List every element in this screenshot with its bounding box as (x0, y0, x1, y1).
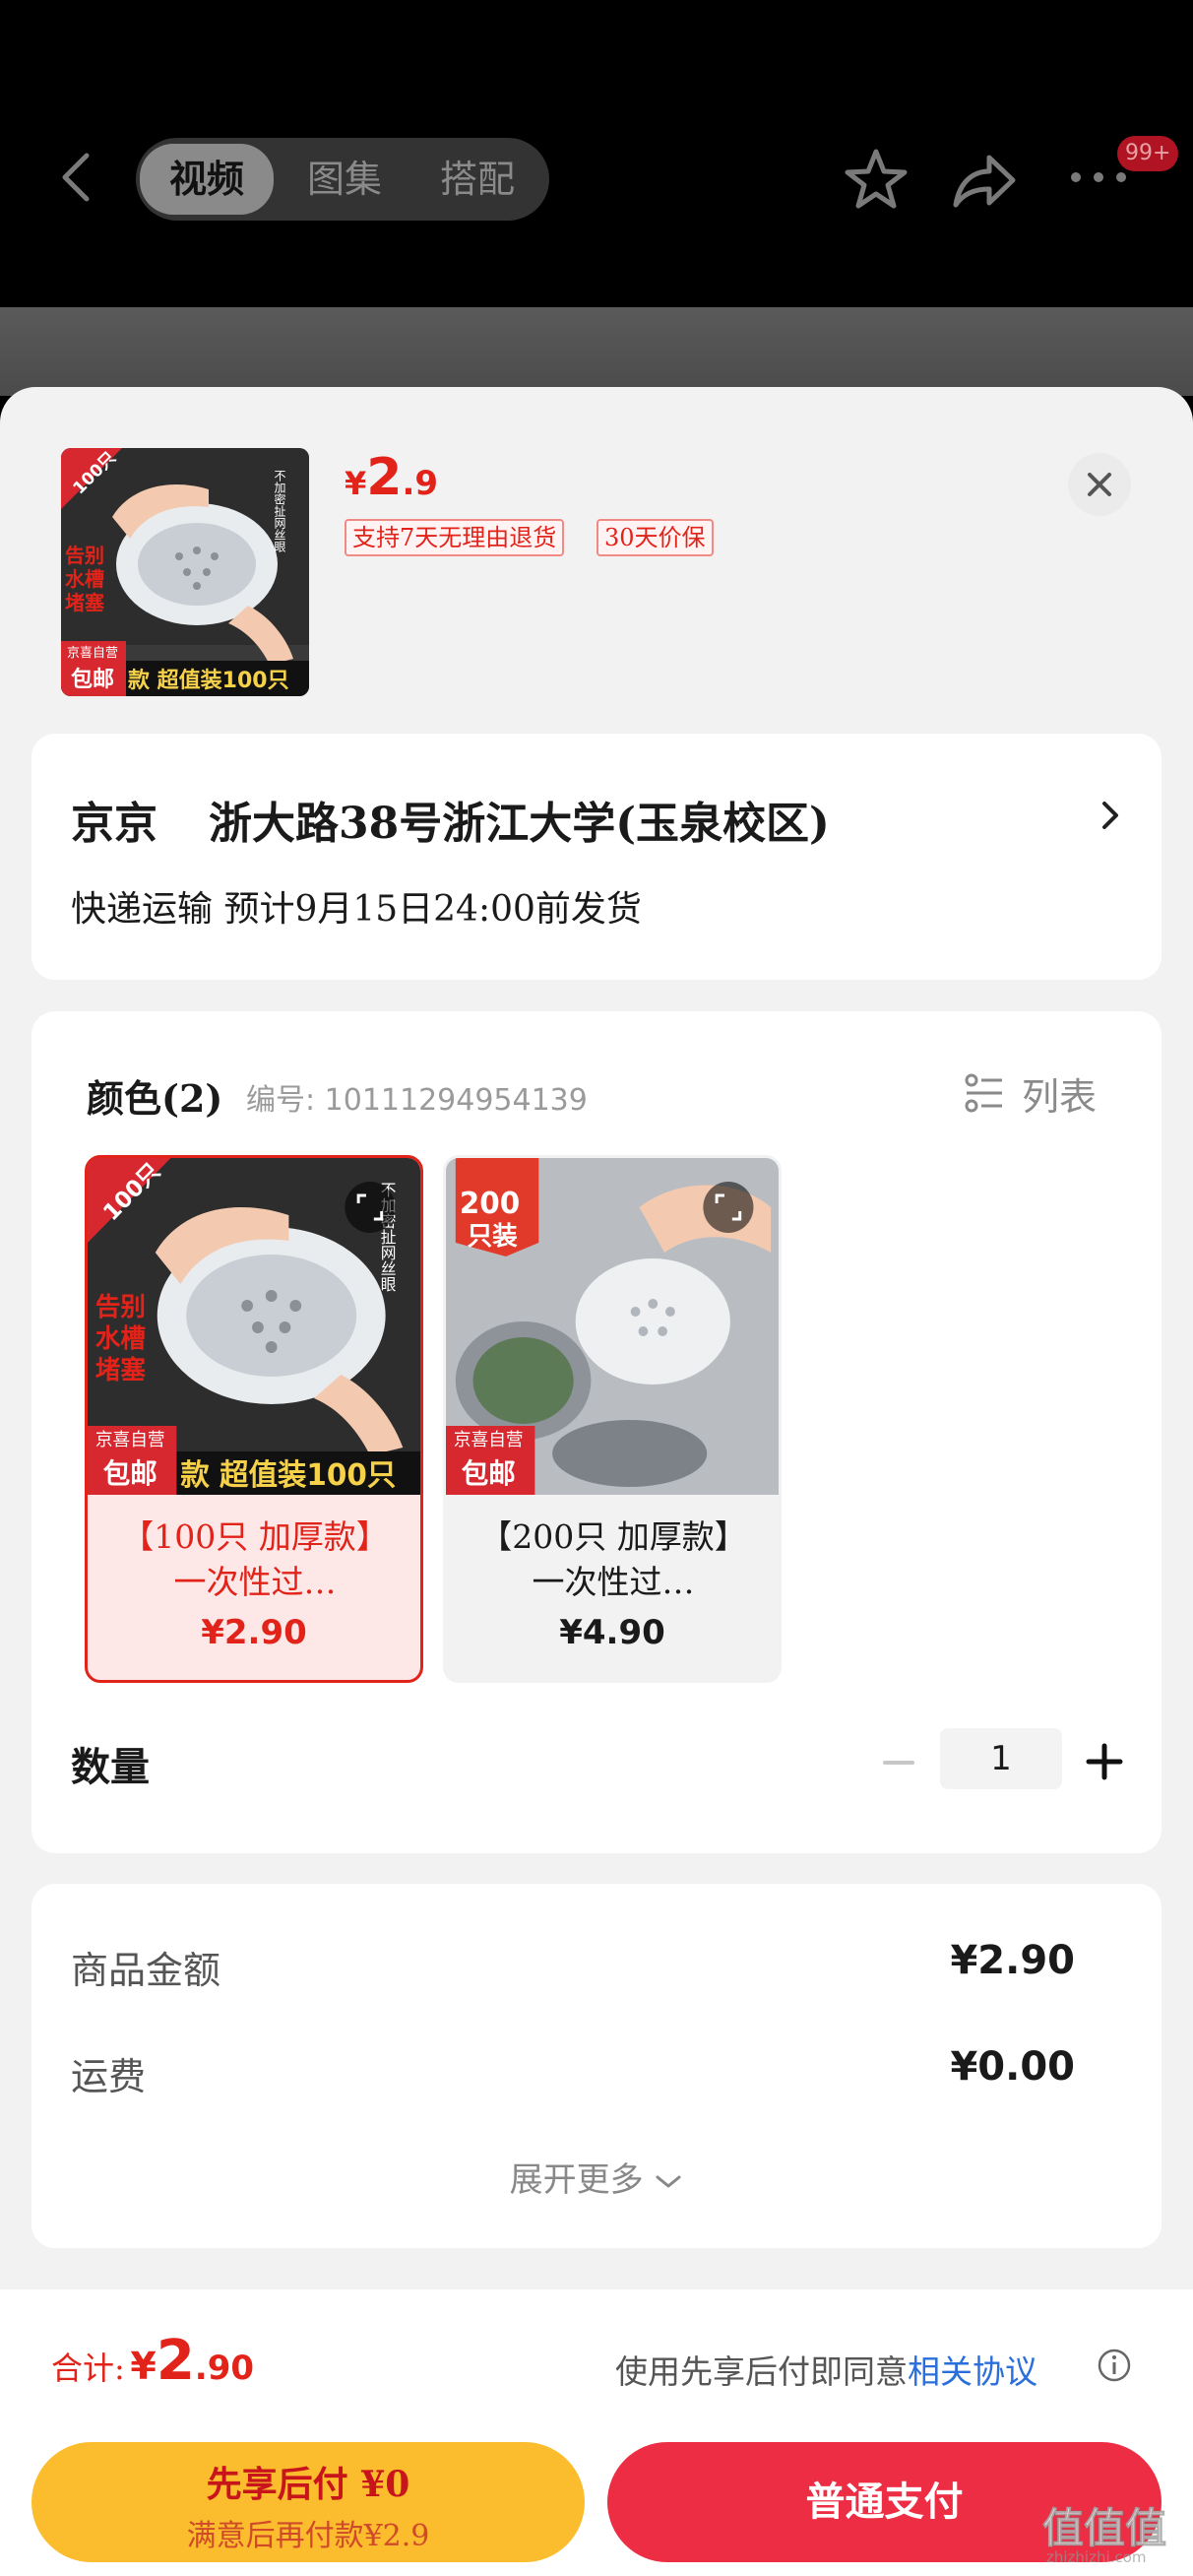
total-symbol: ¥ (130, 2345, 157, 2388)
tab-album[interactable]: 图集 (285, 150, 404, 209)
site-watermark: 值值值 zhizhizhi.com (1042, 2504, 1167, 2567)
back-arrow-icon[interactable] (49, 148, 108, 207)
price-symbol: ¥ (345, 465, 367, 502)
option-feature-3: 堵塞 (95, 1355, 146, 1385)
shipping-estimate: 快递运输 预计9月15日24:00前发货 (71, 889, 642, 930)
product-video-backdrop (0, 307, 1193, 396)
shipping-fee-value: ¥0.00 (950, 2044, 1075, 2090)
close-icon[interactable] (1068, 453, 1131, 516)
svg-text:值值值: 值值值 (1042, 2504, 1166, 2552)
goods-amount-value: ¥2.90 (950, 1938, 1075, 1983)
list-view-toggle[interactable]: 列表 (1022, 1066, 1097, 1121)
option-image-100pack: 100只 不加密扯网丝眼 告别 水槽 堵塞 京喜自营 包邮 款 超值装100只 (88, 1158, 420, 1495)
info-icon[interactable] (1097, 2348, 1132, 2383)
color-option-200pack[interactable]: 200 只装 京喜自营 包邮 【200只 加厚款】一次性过… ¥4.90 (443, 1155, 782, 1683)
total-label: 合计: (51, 2350, 125, 2387)
thumb-store-badge: 京喜自营 (67, 646, 118, 661)
tab-video[interactable]: 视频 (140, 144, 274, 215)
agreement-link[interactable]: 相关协议 (908, 2352, 1037, 2391)
pay-later-button[interactable]: 先享后付 ¥0 满意后再付款¥2.9 (31, 2442, 585, 2562)
option-price: ¥4.90 (559, 1613, 665, 1652)
option-store-badge: 京喜自营 (95, 1430, 165, 1450)
option-price: ¥2.90 (201, 1613, 307, 1652)
list-view-icon[interactable] (965, 1073, 1004, 1113)
price-protect-tag: 30天价保 (596, 519, 714, 556)
share-icon[interactable] (950, 148, 1019, 213)
plus-icon[interactable] (1085, 1742, 1124, 1781)
price-integer: 2 (366, 448, 403, 507)
option-ship-badge: 包邮 (462, 1457, 516, 1490)
total-integer: 2 (156, 2329, 195, 2393)
recipient-name: 京京 (71, 799, 157, 849)
option-store-badge: 京喜自营 (454, 1430, 524, 1450)
more-dots-icon[interactable] (1068, 162, 1129, 192)
color-option-title: 颜色(2) (87, 1076, 223, 1121)
address-card[interactable] (31, 734, 1162, 980)
option-name: 【100只 加厚款】一次性过… (121, 1517, 389, 1601)
price-decimal: .9 (402, 464, 439, 503)
product-price: ¥2.9 (345, 448, 438, 507)
goods-amount-label: 商品金额 (71, 1949, 221, 1992)
thumb-strip-text: 款 超值装100只 (128, 668, 289, 693)
expand-more-label: 展开更多 (509, 2160, 644, 2200)
notification-badge: 99+ (1117, 136, 1179, 171)
favorite-star-icon[interactable] (842, 146, 910, 215)
expand-icon[interactable] (703, 1182, 754, 1233)
option-ship-badge: 包邮 (103, 1457, 157, 1490)
expand-icon[interactable] (345, 1182, 396, 1233)
expand-more-button[interactable]: 展开更多 (0, 2153, 1193, 2201)
agreement-prefix: 使用先享后付即同意 (615, 2352, 908, 2391)
pay-later-subtitle: 满意后再付款¥2.9 (186, 2519, 430, 2553)
shipping-fee-label: 运费 (71, 2055, 147, 2098)
svg-text:zhizhizhi.com: zhizhizhi.com (1046, 2548, 1146, 2566)
address-line[interactable]: 京京 浙大路38号浙江大学(玉泉校区) (71, 788, 830, 851)
quantity-label: 数量 (71, 1744, 150, 1790)
minus-icon[interactable] (881, 1745, 916, 1780)
option-feature-1: 告别 (95, 1293, 146, 1322)
return-policy-tag: 支持7天无理由退货 (345, 519, 565, 556)
address-detail: 浙大路38号浙江大学(玉泉校区) (209, 799, 830, 849)
tab-combo[interactable]: 搭配 (418, 150, 536, 209)
option-name: 【200只 加厚款】一次性过… (479, 1517, 747, 1601)
thumb-side-text: 不加密扯网丝眼 (273, 470, 286, 552)
quantity-input[interactable]: 1 (940, 1728, 1062, 1789)
chevron-down-icon (656, 2175, 681, 2188)
pay-later-title: 先享后付 ¥0 (206, 2464, 410, 2505)
option-corner-badge: 200 (460, 1187, 520, 1221)
agreement-text: 使用先享后付即同意相关协议 (615, 2346, 1037, 2393)
thumb-feature-2: 水槽 (65, 567, 104, 591)
product-thumbnail: 100只 不加密扯网丝眼 告别 水槽 堵塞 京喜自营 包邮 款 超值装100只 (61, 448, 309, 696)
chevron-right-icon[interactable] (1099, 796, 1122, 835)
total-amount: 合计: ¥2.90 (51, 2329, 254, 2393)
thumb-feature-3: 堵塞 (65, 591, 105, 614)
option-strip-text: 款 超值装100只 (180, 1458, 396, 1493)
option-feature-2: 水槽 (95, 1324, 146, 1354)
option-corner-badge-sub: 只装 (468, 1222, 518, 1252)
thumb-ship-badge: 包邮 (71, 667, 114, 692)
thumb-feature-1: 告别 (65, 544, 104, 567)
total-decimal: .90 (194, 2349, 255, 2388)
option-image-200pack: 200 只装 京喜自营 包邮 (446, 1158, 779, 1495)
color-option-100pack[interactable]: 100只 不加密扯网丝眼 告别 水槽 堵塞 京喜自营 包邮 款 超值装100只 … (85, 1155, 423, 1683)
sku-number: 编号: 10111294954139 (246, 1083, 588, 1118)
